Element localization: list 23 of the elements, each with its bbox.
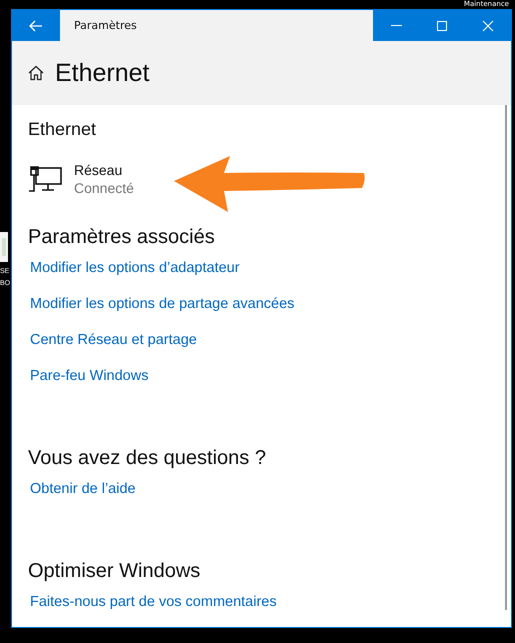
settings-link[interactable]: Pare-feu Windows	[30, 368, 148, 384]
section-heading: Optimiser Windows	[28, 560, 200, 583]
section-heading: Vous avez des questions ?	[28, 447, 266, 470]
network-computer-icon[interactable]	[28, 165, 62, 193]
settings-link[interactable]: Centre Réseau et partage	[30, 332, 197, 348]
back-arrow-icon	[29, 20, 43, 32]
scrollbar[interactable]	[505, 105, 507, 610]
close-icon	[482, 20, 494, 32]
home-icon[interactable]	[28, 65, 44, 81]
network-status: Connecté	[74, 180, 134, 196]
section-heading: Paramètres associés	[28, 226, 215, 249]
document-icon[interactable]	[0, 232, 8, 262]
minimize-icon	[390, 25, 402, 26]
back-button[interactable]	[12, 10, 60, 41]
settings-link[interactable]: Obtenir de l’aide	[30, 481, 136, 497]
settings-link[interactable]: Faites-nous part de vos commentaires	[30, 594, 277, 610]
window-title: Paramètres	[73, 19, 138, 32]
settings-link[interactable]: Modifier les options d’adaptateur	[30, 260, 240, 276]
section-heading: Ethernet	[28, 119, 96, 140]
settings-link[interactable]: Modifier les options de partage avancées	[30, 296, 294, 312]
page-title: Ethernet	[55, 58, 150, 88]
network-name[interactable]: Réseau	[74, 162, 134, 178]
maximize-icon	[436, 20, 448, 32]
